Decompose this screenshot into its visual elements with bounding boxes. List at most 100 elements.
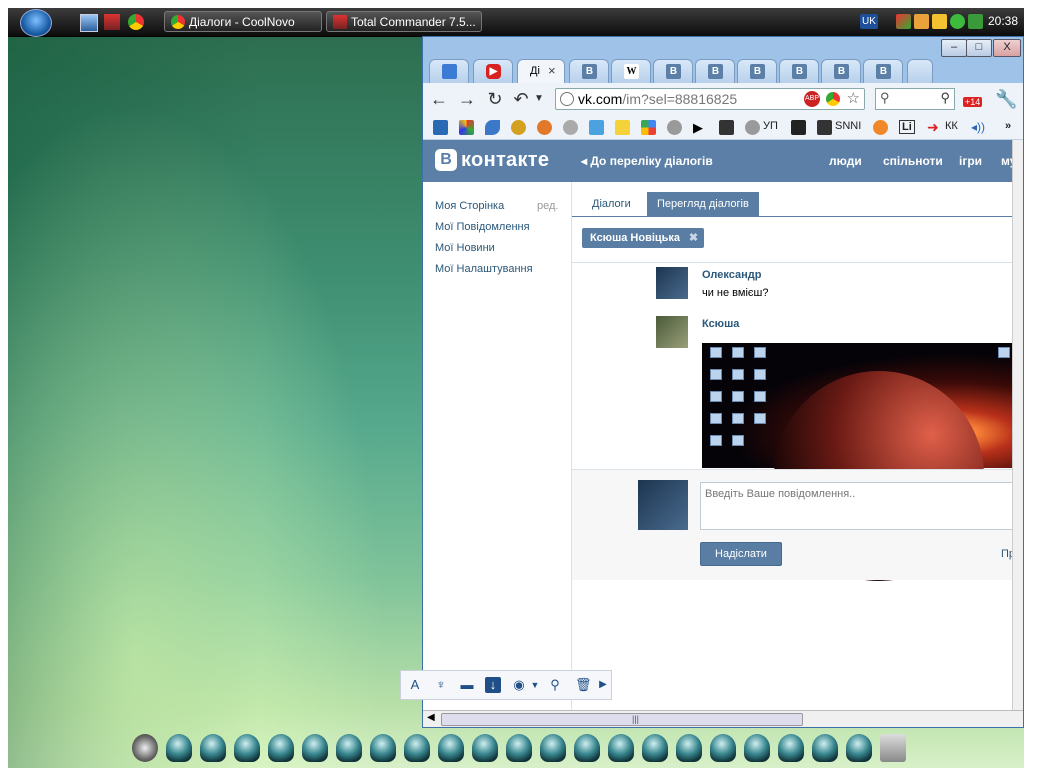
edit-link[interactable]: ред. (537, 200, 558, 212)
sidebar-item-messages[interactable]: Мої Повідомлення (435, 221, 530, 233)
dropdown-arrow-icon[interactable]: ▼ (529, 89, 549, 109)
camera-icon[interactable]: ◉ (511, 677, 527, 693)
dock-app-icon[interactable] (200, 734, 226, 762)
sidebar-item-settings[interactable]: Мої Налаштування (435, 263, 533, 275)
scroll-left-arrow-icon[interactable]: ◀ (427, 712, 435, 723)
tab-wikipedia[interactable]: W (611, 59, 651, 83)
bookmark-snni-label[interactable]: SNNI (835, 120, 861, 132)
avatar[interactable] (638, 480, 688, 530)
address-bar[interactable]: vk.com/im?sel=88816825 ABP ☆ (555, 88, 865, 110)
bookmark-globe-icon[interactable] (745, 120, 760, 135)
tab-vk[interactable]: B (653, 59, 693, 83)
message-history[interactable]: Олександр чи не вмієш? Ксюша (572, 262, 1013, 581)
tab-active[interactable]: Ді × (517, 59, 565, 84)
back-arrow-icon[interactable]: ← (429, 89, 449, 109)
vertical-scrollbar[interactable] (1012, 140, 1023, 711)
bookmark-lmgtfy-icon[interactable] (615, 120, 630, 135)
torrent-icon[interactable] (968, 14, 983, 29)
dock-app-icon[interactable] (642, 734, 668, 762)
bookmark-up-label[interactable]: УП (763, 120, 778, 132)
maximize-button[interactable]: □ (966, 39, 992, 57)
dock-app-icon[interactable] (574, 734, 600, 762)
message-input[interactable]: Введіть Ваше повідомлення.. (700, 482, 1013, 530)
bookmark-star-icon[interactable] (511, 120, 526, 135)
bookmark-li-label[interactable]: Li (899, 120, 915, 134)
show-desktop-icon[interactable] (80, 14, 98, 32)
undo-icon[interactable]: ↶ (511, 89, 531, 109)
bookmark-play-icon[interactable]: ▶ (693, 120, 708, 135)
notifications-icon[interactable]: +14 (963, 87, 985, 111)
network-icon[interactable] (896, 14, 911, 29)
dock-app-icon[interactable] (676, 734, 702, 762)
trash-icon[interactable]: 🗑 (575, 677, 592, 693)
menu-communities[interactable]: спільноти (883, 154, 943, 168)
bookmark-snni-icon[interactable] (817, 120, 832, 135)
sidebar-item-my-page[interactable]: Моя Сторінка (435, 200, 504, 212)
download-icon[interactable]: ↓ (485, 677, 501, 693)
search-field[interactable]: ⚲ ⚲ (875, 88, 955, 110)
dock-app-icon[interactable] (744, 734, 770, 762)
vk-logo-icon[interactable]: B (435, 149, 457, 171)
sidebar-item-news[interactable]: Мої Новини (435, 242, 495, 254)
dock-app-icon[interactable] (268, 734, 294, 762)
bookmark-arrow-icon[interactable]: ➜ (927, 120, 942, 135)
wrench-icon[interactable]: 🔧 (995, 89, 1017, 109)
bookmark-camera-icon[interactable] (719, 120, 734, 135)
recipient-chip[interactable]: Ксюша Новіцька ✖ (582, 228, 705, 248)
task-total-commander[interactable]: Total Commander 7.5... (326, 11, 482, 32)
search-provider-icon[interactable]: ⚲ (880, 90, 890, 106)
forward-arrow-icon[interactable]: → (457, 89, 477, 109)
tab-view-dialogs[interactable]: Перегляд діалогів (647, 192, 759, 216)
dock-app-icon[interactable] (778, 734, 804, 762)
tab-vk[interactable]: B (821, 59, 861, 83)
chrome-icon[interactable] (826, 92, 840, 106)
menu-games[interactable]: ігри (959, 154, 982, 168)
dock-app-icon[interactable] (812, 734, 838, 762)
language-indicator[interactable]: UK (860, 14, 878, 29)
dock-app-icon[interactable] (608, 734, 634, 762)
tab-docs[interactable] (429, 59, 469, 83)
dock-app-icon[interactable] (540, 734, 566, 762)
search-icon[interactable]: ⚲ (940, 90, 950, 106)
bookmark-globe-icon[interactable] (667, 120, 682, 135)
avatar[interactable] (656, 316, 688, 348)
horizontal-scrollbar[interactable]: ◀ ||| (423, 710, 1023, 727)
attached-screenshot-image[interactable] (702, 343, 1013, 581)
shield-icon[interactable] (950, 14, 965, 29)
start-button[interactable] (20, 9, 52, 37)
remove-recipient-icon[interactable]: ✖ (689, 228, 698, 248)
bookmark-gear-icon[interactable] (537, 120, 552, 135)
dock-app-icon[interactable] (404, 734, 430, 762)
bookmark-sound-icon[interactable]: ◂)) (971, 120, 986, 135)
dock-app-icon[interactable] (166, 734, 192, 762)
tab-vk[interactable]: B (863, 59, 903, 83)
close-tab-icon[interactable]: × (548, 63, 556, 78)
message-author[interactable]: Ксюша (702, 318, 739, 330)
shirt-icon[interactable]: ♆ (433, 677, 449, 693)
expand-arrow-icon[interactable]: ▶ (595, 677, 611, 693)
reload-icon[interactable]: ↻ (485, 89, 505, 109)
bookmark-z-icon[interactable] (873, 120, 888, 135)
message-author[interactable]: Олександр (702, 269, 761, 281)
printer-icon[interactable]: ▬ (459, 677, 475, 693)
new-tab-button[interactable] (907, 59, 933, 83)
tab-vk[interactable]: B (737, 59, 777, 83)
minimize-button[interactable]: – (941, 39, 967, 57)
bookmark-chat-icon[interactable] (433, 120, 448, 135)
power-icon[interactable] (132, 734, 158, 762)
menu-people[interactable]: люди (829, 154, 862, 168)
adblock-icon[interactable]: ABP (804, 91, 820, 107)
camera-dropdown-icon[interactable]: ▼ (527, 677, 543, 693)
scroll-thumb[interactable]: ||| (441, 713, 803, 726)
dock-app-icon[interactable] (336, 734, 362, 762)
tab-vk[interactable]: B (569, 59, 609, 83)
coolnovo-icon[interactable] (128, 14, 144, 30)
tab-dialogs[interactable]: Діалоги (582, 192, 641, 216)
bookmark-film-icon[interactable] (563, 120, 578, 135)
bookmark-google-icon[interactable] (641, 120, 656, 135)
dock-app-icon[interactable] (506, 734, 532, 762)
dock-app-icon[interactable] (846, 734, 872, 762)
magnifier-icon[interactable]: ⚲ (547, 677, 563, 693)
vk-logo-text[interactable]: контакте (461, 149, 549, 172)
clock-app-icon[interactable] (932, 14, 947, 29)
